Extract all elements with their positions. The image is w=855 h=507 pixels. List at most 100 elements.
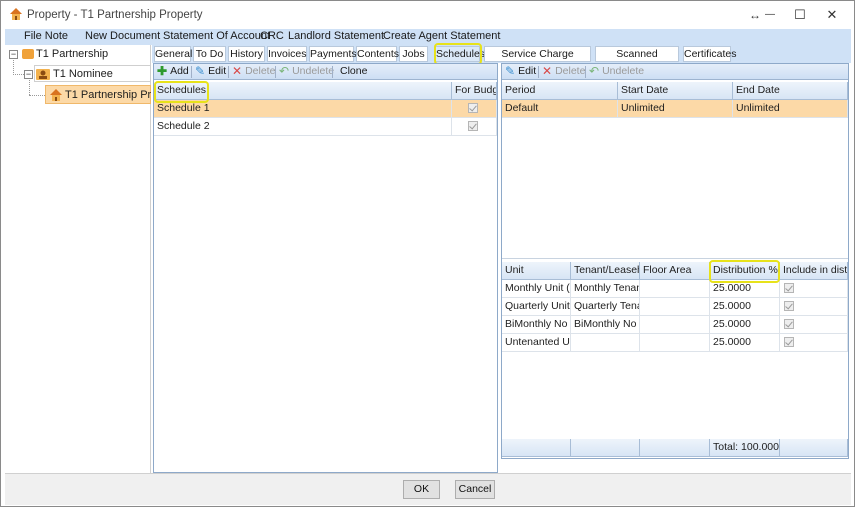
schedules-panel: ✚ Add ✎ Edit ✕ Delete ↶ Undelete Clone Sched… <box>153 63 498 473</box>
cell-include[interactable] <box>780 280 848 298</box>
checkbox-icon[interactable] <box>784 319 794 329</box>
tab-certificates[interactable]: Certificates <box>683 46 737 62</box>
edit-label: Edit <box>518 65 537 77</box>
cell-distribution: 25.0000 <box>710 298 780 316</box>
delete-button[interactable]: ✕ Delete <box>232 65 275 77</box>
edit-icon: ✎ <box>505 64 516 79</box>
cancel-button[interactable]: Cancel <box>455 480 495 499</box>
col-header-unit[interactable]: Unit <box>502 262 571 280</box>
tab-strip: General To Do History Invoices Payments … <box>152 45 851 74</box>
col-header-include[interactable]: Include in distribut <box>780 262 848 280</box>
property-icon <box>49 88 63 102</box>
tab-jobs[interactable]: Jobs <box>399 46 428 62</box>
close-button[interactable]: ✕ <box>819 5 845 25</box>
col-header-period[interactable]: Period <box>502 82 618 100</box>
total-cell-empty <box>780 439 848 457</box>
cell-include[interactable] <box>780 298 848 316</box>
cell-tenant: Monthly Tenant <box>571 280 640 298</box>
dialog-footer: OK Cancel <box>5 473 851 505</box>
delete-label: Delete <box>555 65 586 77</box>
checkbox-icon[interactable] <box>784 301 794 311</box>
tree-collapse-icon[interactable]: − <box>9 50 18 59</box>
cell-distribution: 25.0000 <box>710 316 780 334</box>
tab-history[interactable]: History <box>228 46 265 62</box>
delete-label: Delete <box>245 65 276 77</box>
edit-button[interactable]: ✎ Edit <box>195 65 226 77</box>
menu-file-note[interactable]: File Note <box>24 30 68 42</box>
menu-new-document[interactable]: New Document <box>85 30 160 42</box>
menu-statement-of-account[interactable]: Statement Of Account <box>163 30 270 42</box>
minimize-button[interactable]: — <box>757 5 783 25</box>
tab-service-charge-expenditure[interactable]: Service Charge Expenditure <box>484 46 591 74</box>
cell-end-date: Unlimited <box>733 100 848 118</box>
menu-landlord-statement[interactable]: Landlord Statement <box>288 30 384 42</box>
col-header-floor-area[interactable]: Floor Area <box>640 262 710 280</box>
add-button[interactable]: ✚ Add <box>157 65 189 77</box>
partnership-icon <box>22 49 34 59</box>
undelete-icon: ↶ <box>589 64 600 79</box>
tab-general[interactable]: General <box>154 46 192 62</box>
cell-distribution: 25.0000 <box>710 334 780 352</box>
clone-button[interactable]: Clone <box>340 65 367 77</box>
total-cell-empty <box>502 439 571 457</box>
property-window: Property - T1 Partnership Property ↔ — ☐… <box>0 0 855 507</box>
schedules-toolbar: ✚ Add ✎ Edit ✕ Delete ↶ Undelete Clone <box>154 64 497 80</box>
undelete-icon: ↶ <box>279 64 290 79</box>
cell-include[interactable] <box>780 316 848 334</box>
checkbox-icon[interactable] <box>784 337 794 347</box>
cell-tenant: BiMonthly No Lea <box>571 316 640 334</box>
col-header-for-budget[interactable]: For Budget <box>452 82 497 100</box>
tab-scanned-documents[interactable]: Scanned Documents <box>595 46 679 74</box>
edit-button[interactable]: ✎ Edit <box>505 65 536 77</box>
cell-period: Default <box>502 100 618 118</box>
cell-tenant <box>571 334 640 352</box>
total-cell-empty <box>640 439 710 457</box>
add-label: Add <box>170 65 189 77</box>
maximize-button[interactable]: ☐ <box>787 5 813 25</box>
tree-node-partnership[interactable]: T1 Partnership <box>36 48 108 60</box>
cell-schedule-name: Schedule 2 <box>154 118 452 136</box>
cell-floor-area <box>640 280 710 298</box>
cell-for-budget[interactable] <box>452 118 497 136</box>
delete-button[interactable]: ✕ Delete <box>542 65 585 77</box>
cell-start-date: Unlimited <box>618 100 733 118</box>
cell-floor-area <box>640 298 710 316</box>
cell-include[interactable] <box>780 334 848 352</box>
menu-crc[interactable]: CRC <box>260 30 284 42</box>
col-header-start-date[interactable]: Start Date <box>618 82 733 100</box>
delete-icon: ✕ <box>542 64 553 79</box>
title-bar: Property - T1 Partnership Property ↔ — ☐… <box>1 1 854 29</box>
cell-for-budget[interactable] <box>452 100 497 118</box>
undelete-label: Undelete <box>602 65 645 77</box>
menu-create-agent-statement[interactable]: Create Agent Statement <box>383 30 500 42</box>
cell-unit: Untenanted Unit ( <box>502 334 571 352</box>
tree-node-property[interactable]: T1 Partnership Propert <box>65 89 151 101</box>
tree-collapse-icon[interactable]: − <box>24 70 33 79</box>
tab-to-do[interactable]: To Do <box>193 46 226 62</box>
cell-unit: Monthly Unit (T1P <box>502 280 571 298</box>
checkbox-icon[interactable] <box>468 121 478 131</box>
highlight-schedules-header <box>154 81 209 103</box>
edit-icon: ✎ <box>195 64 206 79</box>
cell-tenant: Quarterly Tenant <box>571 298 640 316</box>
property-tree: − T1 Partnership − T1 Nominee T1 Partner… <box>5 45 151 473</box>
menu-bar: File Note New Document Statement Of Acco… <box>5 29 851 45</box>
tab-contents[interactable]: Contents <box>356 46 399 62</box>
undelete-label: Undelete <box>292 65 335 77</box>
col-header-end-date[interactable]: End Date <box>733 82 848 100</box>
undelete-button[interactable]: ↶ Undelete <box>589 65 644 77</box>
undelete-button[interactable]: ↶ Undelete <box>279 65 334 77</box>
checkbox-icon[interactable] <box>784 283 794 293</box>
tree-node-nominee[interactable]: T1 Nominee <box>53 68 113 80</box>
tab-payments[interactable]: Payments <box>309 46 357 62</box>
period-toolbar: ✎ Edit ✕ Delete ↶ Undelete <box>502 64 848 80</box>
checkbox-icon[interactable] <box>468 103 478 113</box>
tab-invoices[interactable]: Invoices <box>267 46 307 62</box>
add-icon: ✚ <box>157 64 168 79</box>
highlight-distribution-header <box>709 260 780 283</box>
col-header-tenant[interactable]: Tenant/Leasehold <box>571 262 640 280</box>
schedule-detail-panel: ✎ Edit ✕ Delete ↶ Undelete Period Start Dat… <box>501 63 849 459</box>
total-cell-empty <box>571 439 640 457</box>
delete-icon: ✕ <box>232 64 243 79</box>
ok-button[interactable]: OK <box>403 480 440 499</box>
